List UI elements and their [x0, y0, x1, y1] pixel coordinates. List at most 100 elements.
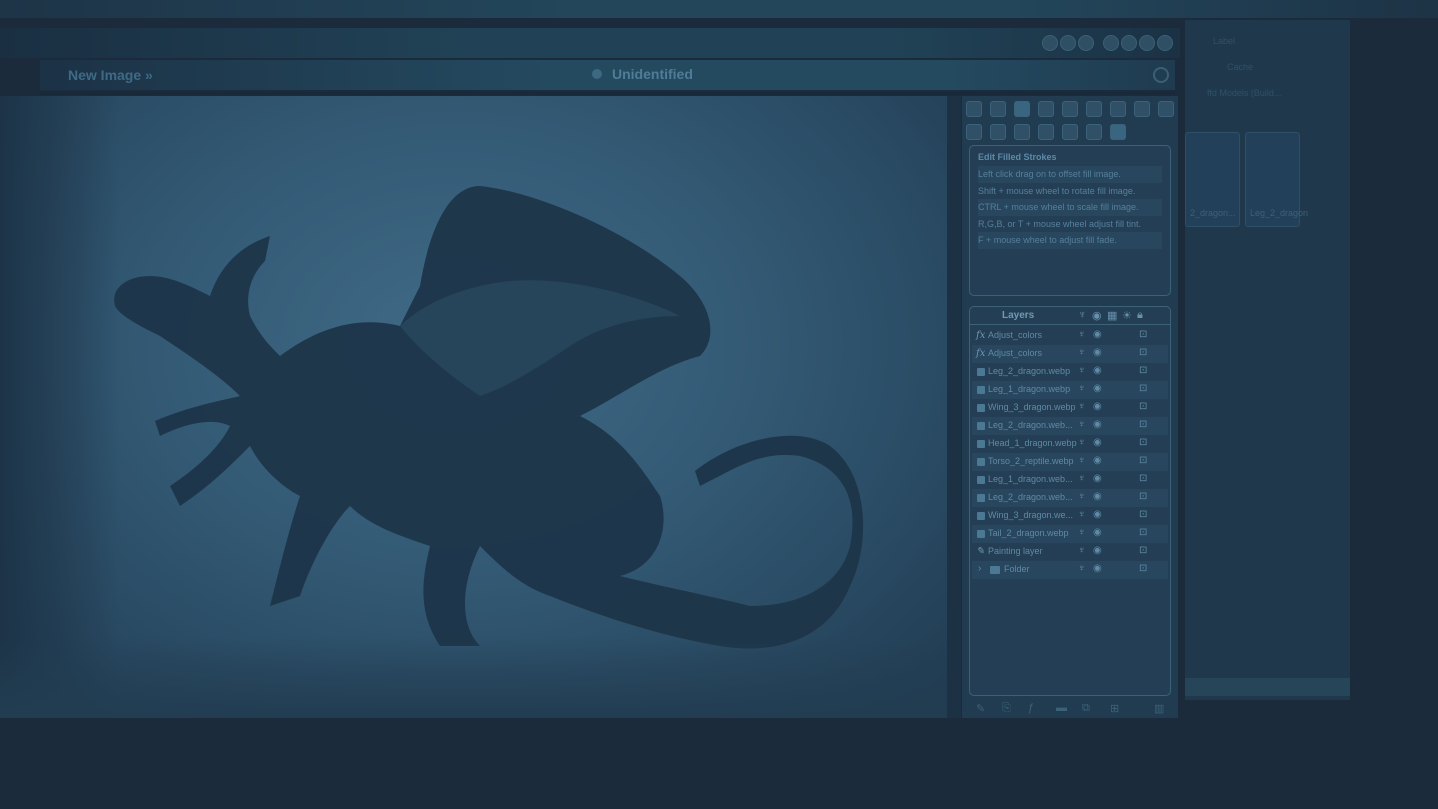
- image-icon: [977, 440, 985, 448]
- line-icon[interactable]: [990, 124, 1006, 140]
- layer-row[interactable]: Leg_2_dragon.web... ♆ ◉ ⊡: [972, 489, 1168, 507]
- eye-icon[interactable]: ◉: [1093, 383, 1102, 394]
- brush-tool-icon[interactable]: [1014, 101, 1030, 117]
- layer-row[interactable]: Torso_2_reptile.webp ♆ ◉ ⊡: [972, 453, 1168, 471]
- close-icon[interactable]: [1157, 35, 1173, 51]
- eye-icon[interactable]: ◉: [1093, 545, 1102, 556]
- panel-splitter[interactable]: [947, 96, 961, 718]
- fill-icon[interactable]: [1062, 124, 1078, 140]
- chevron-right-icon[interactable]: ›: [978, 563, 981, 574]
- settings-icon[interactable]: [1078, 35, 1094, 51]
- link-icon[interactable]: ♆: [1078, 455, 1086, 466]
- layer-row[interactable]: Tail_2_dragon.webp ♆ ◉ ⊡: [972, 525, 1168, 543]
- lock-icon[interactable]: ⊡: [1139, 329, 1147, 340]
- layer-row[interactable]: › Folder ♆ ◉ ⊡: [972, 561, 1168, 579]
- ellipse-icon[interactable]: [1038, 124, 1054, 140]
- duplicate-icon[interactable]: ⧉: [1082, 702, 1090, 715]
- stack-tool-icon[interactable]: [1134, 101, 1150, 117]
- pencil-icon[interactable]: [966, 124, 982, 140]
- eye-icon[interactable]: ◉: [1093, 365, 1102, 376]
- gear-icon[interactable]: [1153, 67, 1169, 83]
- lock-icon[interactable]: ⊡: [1139, 527, 1147, 538]
- lock-icon[interactable]: 🔒︎: [1137, 309, 1143, 322]
- lock-icon[interactable]: ⊡: [1139, 383, 1147, 394]
- link-icon[interactable]: ♆: [1078, 491, 1086, 502]
- link-icon[interactable]: ♆: [1078, 473, 1086, 484]
- eye-icon[interactable]: ◉: [1093, 473, 1102, 484]
- lock-icon[interactable]: ⊡: [1139, 509, 1147, 520]
- frame-tool-icon[interactable]: [990, 101, 1006, 117]
- lock-icon[interactable]: ⊡: [1139, 347, 1147, 358]
- eye-icon[interactable]: ◉: [1093, 347, 1102, 358]
- layer-row[interactable]: Wing_3_dragon.we... ♆ ◉ ⊡: [972, 507, 1168, 525]
- layer-row[interactable]: ✎ Painting layer ♆ ◉ ⊡: [972, 543, 1168, 561]
- link-icon[interactable]: ♆: [1078, 419, 1086, 430]
- overflow-tool-icon[interactable]: [1158, 101, 1174, 117]
- info-icon[interactable]: [1042, 35, 1058, 51]
- lock-icon[interactable]: ⊡: [1139, 365, 1147, 376]
- select-tool-icon[interactable]: [966, 101, 982, 117]
- eye-icon[interactable]: ◉: [1093, 419, 1102, 430]
- link-icon[interactable]: ♆: [1078, 329, 1086, 340]
- layer-name: Leg_2_dragon.webp: [988, 366, 1071, 376]
- eye-icon[interactable]: ◉: [1093, 509, 1102, 520]
- eye-icon[interactable]: ◉: [1093, 491, 1102, 502]
- new-fx-layer-icon[interactable]: ƒ: [1028, 702, 1034, 714]
- play-icon[interactable]: [1103, 35, 1119, 51]
- bucket-icon[interactable]: [1110, 124, 1126, 140]
- link-icon[interactable]: ♆: [1078, 509, 1086, 520]
- lock-icon[interactable]: ⊡: [1139, 545, 1147, 556]
- pen-tool-icon[interactable]: [1038, 101, 1054, 117]
- lock-icon[interactable]: ⊡: [1139, 419, 1147, 430]
- eye-icon[interactable]: ◉: [1093, 527, 1102, 538]
- link-icon[interactable]: ♆: [1078, 437, 1086, 448]
- eye-icon[interactable]: ◉: [1093, 401, 1102, 412]
- light-icon[interactable]: ☀: [1122, 309, 1132, 322]
- eye-icon[interactable]: ◉: [1092, 309, 1102, 322]
- rotate-icon[interactable]: [1086, 124, 1102, 140]
- link-icon[interactable]: ♆: [1078, 401, 1086, 412]
- lock-icon[interactable]: ⊡: [1139, 563, 1147, 574]
- layer-row[interactable]: Head_1_dragon.webp ♆ ◉ ⊡: [972, 435, 1168, 453]
- layer-row[interactable]: Wing_3_dragon.webp ♆ ◉ ⊡: [972, 399, 1168, 417]
- lock-icon[interactable]: ⊡: [1139, 491, 1147, 502]
- eye-icon[interactable]: ◉: [1093, 437, 1102, 448]
- drawing-canvas[interactable]: [0, 96, 947, 718]
- layer-row[interactable]: Leg_2_dragon.web... ♆ ◉ ⊡: [972, 417, 1168, 435]
- grid-icon[interactable]: ▦: [1107, 309, 1117, 322]
- merge-icon[interactable]: ⊞: [1110, 702, 1119, 715]
- rectangle-icon[interactable]: [1014, 124, 1030, 140]
- forward-icon[interactable]: [1121, 35, 1137, 51]
- new-folder-icon[interactable]: ▬: [1056, 702, 1067, 714]
- layer-row[interactable]: Leg_1_dragon.web... ♆ ◉ ⊡: [972, 471, 1168, 489]
- lasso-tool-icon[interactable]: [1086, 101, 1102, 117]
- eye-icon[interactable]: ◉: [1093, 329, 1102, 340]
- layer-row[interactable]: fx Adjust_colors ♆ ◉ ⊡: [972, 327, 1168, 345]
- trash-icon[interactable]: ▥: [1154, 702, 1164, 715]
- pause-icon[interactable]: [1060, 35, 1076, 51]
- link-icon[interactable]: ♆: [1078, 383, 1086, 394]
- eye-tool-icon[interactable]: [1110, 101, 1126, 117]
- link-icon[interactable]: ♆: [1078, 545, 1086, 556]
- lock-icon[interactable]: ⊡: [1139, 401, 1147, 412]
- lock-icon[interactable]: ⊡: [1139, 455, 1147, 466]
- link-icon[interactable]: ♆: [1078, 365, 1086, 376]
- link-icon[interactable]: ♆: [1078, 563, 1086, 574]
- reload-icon[interactable]: [1139, 35, 1155, 51]
- eye-icon[interactable]: ◉: [1093, 563, 1102, 574]
- eye-icon[interactable]: ◉: [1093, 455, 1102, 466]
- link-icon[interactable]: ♆: [1078, 309, 1086, 321]
- document-title[interactable]: Unidentified: [612, 66, 693, 82]
- new-image-button[interactable]: New Image »: [68, 67, 153, 83]
- layer-name: Tail_2_dragon.webp: [988, 528, 1069, 538]
- lock-icon[interactable]: ⊡: [1139, 437, 1147, 448]
- link-icon[interactable]: ♆: [1078, 527, 1086, 538]
- lock-icon[interactable]: ⊡: [1139, 473, 1147, 484]
- layer-row[interactable]: Leg_1_dragon.webp ♆ ◉ ⊡: [972, 381, 1168, 399]
- layer-row[interactable]: fx Adjust_colors ♆ ◉ ⊡: [972, 345, 1168, 363]
- new-brush-layer-icon[interactable]: ✎: [976, 702, 985, 715]
- link-icon[interactable]: ♆: [1078, 347, 1086, 358]
- eraser-tool-icon[interactable]: [1062, 101, 1078, 117]
- new-image-layer-icon[interactable]: ⎘: [1002, 702, 1011, 715]
- layer-row[interactable]: Leg_2_dragon.webp ♆ ◉ ⊡: [972, 363, 1168, 381]
